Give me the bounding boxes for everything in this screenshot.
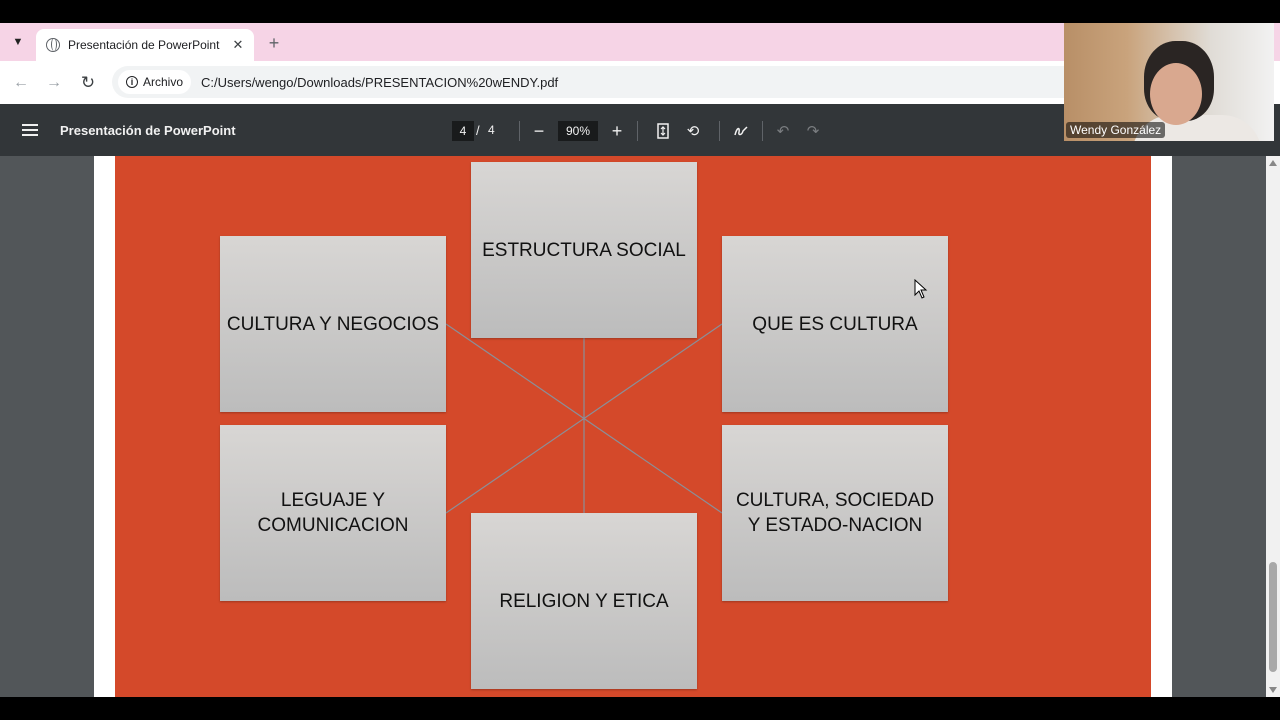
back-icon[interactable]: ← — [8, 70, 34, 96]
page-total: 4 — [488, 123, 495, 137]
site-chip-label: Archivo — [143, 75, 184, 89]
screen: ▼ Presentación de PowerPoint ✕ + ← → ↻ i… — [0, 0, 1280, 720]
participant-face — [1150, 63, 1202, 125]
box-cultura-y-negocios: CULTURA Y NEGOCIOS — [220, 236, 446, 412]
box-label: LEGUAJE Y COMUNICACION — [257, 490, 409, 536]
site-info-chip[interactable]: i Archivo — [118, 70, 192, 94]
close-icon[interactable]: ✕ — [228, 37, 248, 53]
box-cultura-sociedad-estado: CULTURA, SOCIEDAD Y ESTADO-NACION — [722, 425, 948, 601]
menu-icon[interactable] — [22, 124, 38, 136]
globe-icon — [46, 38, 60, 52]
box-label: CULTURA, SOCIEDAD Y ESTADO-NACION — [735, 490, 935, 536]
url-text[interactable]: C:/Users/wengo/Downloads/PRESENTACION%20… — [201, 75, 558, 90]
page-number-input[interactable]: 4 — [452, 121, 474, 141]
tab-title: Presentación de PowerPoint — [68, 38, 220, 52]
rotate-icon[interactable]: ⟲ — [682, 120, 704, 142]
undo-icon[interactable]: ↶ — [772, 120, 794, 142]
box-religion-y-etica: RELIGION Y ETICA — [471, 513, 697, 689]
box-lenguaje-y-comunicacion: LEGUAJE Y COMUNICACION — [220, 425, 446, 601]
scroll-up-icon[interactable] — [1269, 160, 1277, 166]
box-label: ESTRUCTURA SOCIAL — [482, 239, 686, 261]
tab-list-icon[interactable]: ▼ — [6, 30, 30, 54]
scroll-down-icon[interactable] — [1269, 687, 1277, 693]
divider — [519, 121, 520, 141]
video-call-thumbnail[interactable]: Wendy González — [1064, 23, 1274, 141]
scrollbar[interactable] — [1266, 156, 1280, 697]
redo-icon[interactable]: ↷ — [802, 120, 824, 142]
box-label: RELIGION Y ETICA — [499, 590, 669, 612]
box-label: QUE ES CULTURA — [752, 313, 918, 335]
reload-icon[interactable]: ↻ — [75, 70, 101, 96]
page-separator: / — [476, 123, 480, 138]
divider — [637, 121, 638, 141]
new-tab-button[interactable]: + — [262, 31, 286, 55]
address-bar[interactable]: i Archivo C:/Users/wengo/Downloads/PRESE… — [112, 66, 1112, 98]
browser-tab[interactable]: Presentación de PowerPoint ✕ — [36, 29, 254, 61]
scrollbar-thumb[interactable] — [1269, 562, 1277, 672]
box-que-es-cultura: QUE ES CULTURA — [722, 236, 948, 412]
zoom-in-button[interactable]: + — [606, 120, 628, 142]
document-title: Presentación de PowerPoint — [60, 123, 236, 138]
divider — [719, 121, 720, 141]
zoom-input[interactable]: 90% — [558, 121, 598, 141]
fit-page-icon[interactable] — [652, 120, 674, 142]
cursor-icon — [914, 279, 928, 299]
info-icon: i — [126, 76, 138, 88]
divider — [762, 121, 763, 141]
participant-name: Wendy González — [1066, 122, 1166, 138]
annotate-icon[interactable] — [730, 120, 752, 142]
forward-icon[interactable]: → — [41, 70, 67, 96]
box-label: CULTURA Y NEGOCIOS — [226, 313, 440, 335]
zoom-out-button[interactable]: − — [528, 120, 550, 142]
box-estructura-social: ESTRUCTURA SOCIAL — [471, 162, 697, 338]
